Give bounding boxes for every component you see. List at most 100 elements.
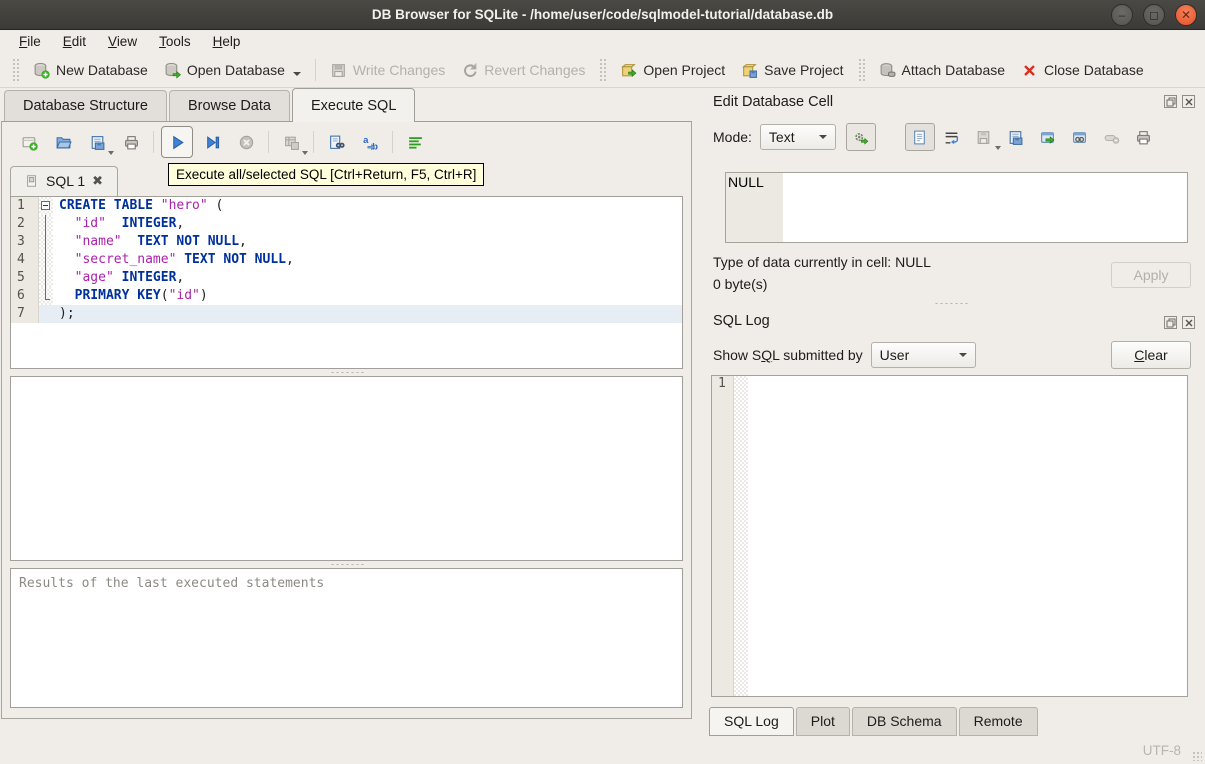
dock-tab-remote[interactable]: Remote (958, 707, 1038, 736)
save-results-button[interactable] (276, 128, 308, 156)
cell-value-editor[interactable]: NULL (725, 172, 1188, 243)
stop-button[interactable] (231, 128, 261, 156)
menu-help[interactable]: Help (204, 32, 250, 51)
toolbar-handle[interactable] (857, 58, 865, 82)
close-database-icon (1021, 62, 1038, 79)
menu-tools[interactable]: Tools (150, 32, 200, 51)
editor-line-5[interactable]: 5 "age" INTEGER, (11, 269, 682, 287)
open-sql-file-button[interactable] (48, 128, 78, 156)
execution-log-pane: Results of the last executed statements (10, 568, 683, 708)
toolbar-separator (314, 59, 316, 81)
copy-link-button[interactable] (1065, 123, 1095, 151)
results-splitter[interactable] (2, 561, 691, 568)
close-dock-icon[interactable] (1182, 316, 1195, 329)
execute-sql-page: SQL 1 ✖ 1 CREATE TABLE "hero" (2 "id" INT… (1, 121, 692, 719)
toolbar-button-label: New Database (56, 62, 148, 78)
tab-sql-1[interactable]: SQL 1 ✖ (10, 166, 119, 196)
fold-margin (39, 269, 53, 287)
editor-line-4[interactable]: 4 "secret_name" TEXT NOT NULL, (11, 251, 682, 269)
code-text: "age" INTEGER, (74, 270, 185, 285)
close-icon[interactable]: ✕ (1175, 4, 1197, 26)
set-null-button[interactable] (1097, 123, 1127, 151)
execute-current-line-button[interactable] (197, 128, 227, 156)
save-sql-file-button[interactable] (82, 128, 114, 156)
sql-editor[interactable]: 1 CREATE TABLE "hero" (2 "id" INTEGER, 3 "… (10, 196, 683, 369)
revert-changes-icon (461, 62, 478, 79)
editor-line-1[interactable]: 1 CREATE TABLE "hero" ( (11, 197, 682, 215)
fold-margin[interactable] (39, 197, 53, 215)
log-filter-select[interactable]: User (870, 342, 976, 368)
print-cell-button[interactable] (1129, 123, 1159, 151)
close-tab-icon[interactable]: ✖ (92, 173, 103, 189)
new-database-button[interactable]: New Database (25, 57, 156, 84)
dock-splitter[interactable] (705, 300, 1197, 307)
tab-database-structure[interactable]: Database Structure (4, 90, 167, 122)
line-number: 7 (11, 305, 39, 323)
minimize-icon[interactable]: – (1111, 4, 1133, 26)
line-number: 6 (11, 287, 39, 305)
copy-link-icon (1071, 129, 1088, 146)
editor-splitter[interactable] (2, 369, 691, 376)
dock-tab-db-schema[interactable]: DB Schema (851, 707, 957, 736)
chevron-down-icon[interactable] (108, 151, 114, 155)
word-wrap-button[interactable] (937, 123, 967, 151)
toolbar-handle[interactable] (599, 58, 607, 82)
encoding-indicator[interactable]: UTF-8 (1143, 743, 1181, 758)
float-dock-icon[interactable] (1164, 95, 1177, 108)
editor-line-6[interactable]: 6 PRIMARY KEY("id") (11, 287, 682, 305)
print-button[interactable] (116, 128, 146, 156)
maximize-icon[interactable]: ◻ (1143, 4, 1165, 26)
open-database-button[interactable]: Open Database (156, 57, 309, 84)
auto-apply-button[interactable] (845, 123, 876, 151)
tab-browse-data[interactable]: Browse Data (168, 90, 290, 122)
open-project-button[interactable]: Open Project (612, 57, 733, 84)
apply-button[interactable]: Apply (1111, 262, 1191, 288)
write-changes-button: Write Changes (322, 57, 453, 84)
dock-tab-plot[interactable]: Plot (795, 707, 850, 736)
line-number: 3 (11, 233, 39, 251)
new-sql-tab-icon (21, 134, 38, 151)
chevron-down-icon[interactable] (302, 151, 308, 155)
open-in-external-button[interactable] (1033, 123, 1063, 151)
close-dock-icon[interactable] (1182, 95, 1195, 108)
find-replace-button[interactable] (355, 128, 385, 156)
export-data-button[interactable] (1001, 123, 1031, 151)
new-sql-tab-button[interactable] (14, 128, 44, 156)
sql-log-view[interactable]: 1 (711, 375, 1188, 697)
toolbar-button-label: Open Database (186, 62, 285, 78)
editor-line-3[interactable]: 3 "name" TEXT NOT NULL, (11, 233, 682, 251)
save-project-button[interactable]: Save Project (733, 57, 851, 84)
menu-file[interactable]: File (10, 32, 50, 51)
menu-edit[interactable]: Edit (54, 32, 95, 51)
execute-sql-button[interactable] (161, 126, 193, 158)
toolbar-handle[interactable] (12, 58, 19, 82)
tab-execute-sql[interactable]: Execute SQL (291, 88, 416, 122)
log-fold-margin (734, 376, 748, 696)
clear-log-button[interactable]: Clear (1111, 341, 1191, 369)
gear-icon (852, 129, 869, 146)
chevron-down-icon[interactable] (292, 71, 301, 76)
import-data-button[interactable] (969, 123, 1001, 151)
menu-view[interactable]: View (99, 32, 146, 51)
editor-line-7[interactable]: 7); (11, 305, 682, 323)
close-database-button[interactable]: Close Database (1013, 57, 1152, 84)
fold-margin (39, 215, 53, 233)
title-bar[interactable]: DB Browser for SQLite - /home/user/code/… (0, 0, 1205, 30)
find-button[interactable] (321, 128, 351, 156)
format-sql-button[interactable] (400, 128, 430, 156)
sql-log-dock-title: SQL Log (713, 313, 770, 329)
find-icon (328, 134, 345, 151)
open-database-icon (164, 62, 181, 79)
execute-sql-tooltip: Execute all/selected SQL [Ctrl+Return, F… (168, 163, 485, 186)
editor-line-2[interactable]: 2 "id" INTEGER, (11, 215, 682, 233)
text-mode-button[interactable] (904, 123, 935, 151)
toolbar-separator (392, 131, 393, 153)
dock-tab-sql-log[interactable]: SQL Log (709, 707, 794, 736)
execute-current-line-icon (204, 134, 221, 151)
attach-database-button[interactable]: Attach Database (871, 57, 1014, 84)
line-number: 2 (11, 215, 39, 233)
mode-select[interactable]: Text (759, 124, 836, 150)
resize-grip[interactable] (1192, 751, 1202, 761)
log-line-number: 1 (712, 376, 734, 696)
float-dock-icon[interactable] (1164, 316, 1177, 329)
